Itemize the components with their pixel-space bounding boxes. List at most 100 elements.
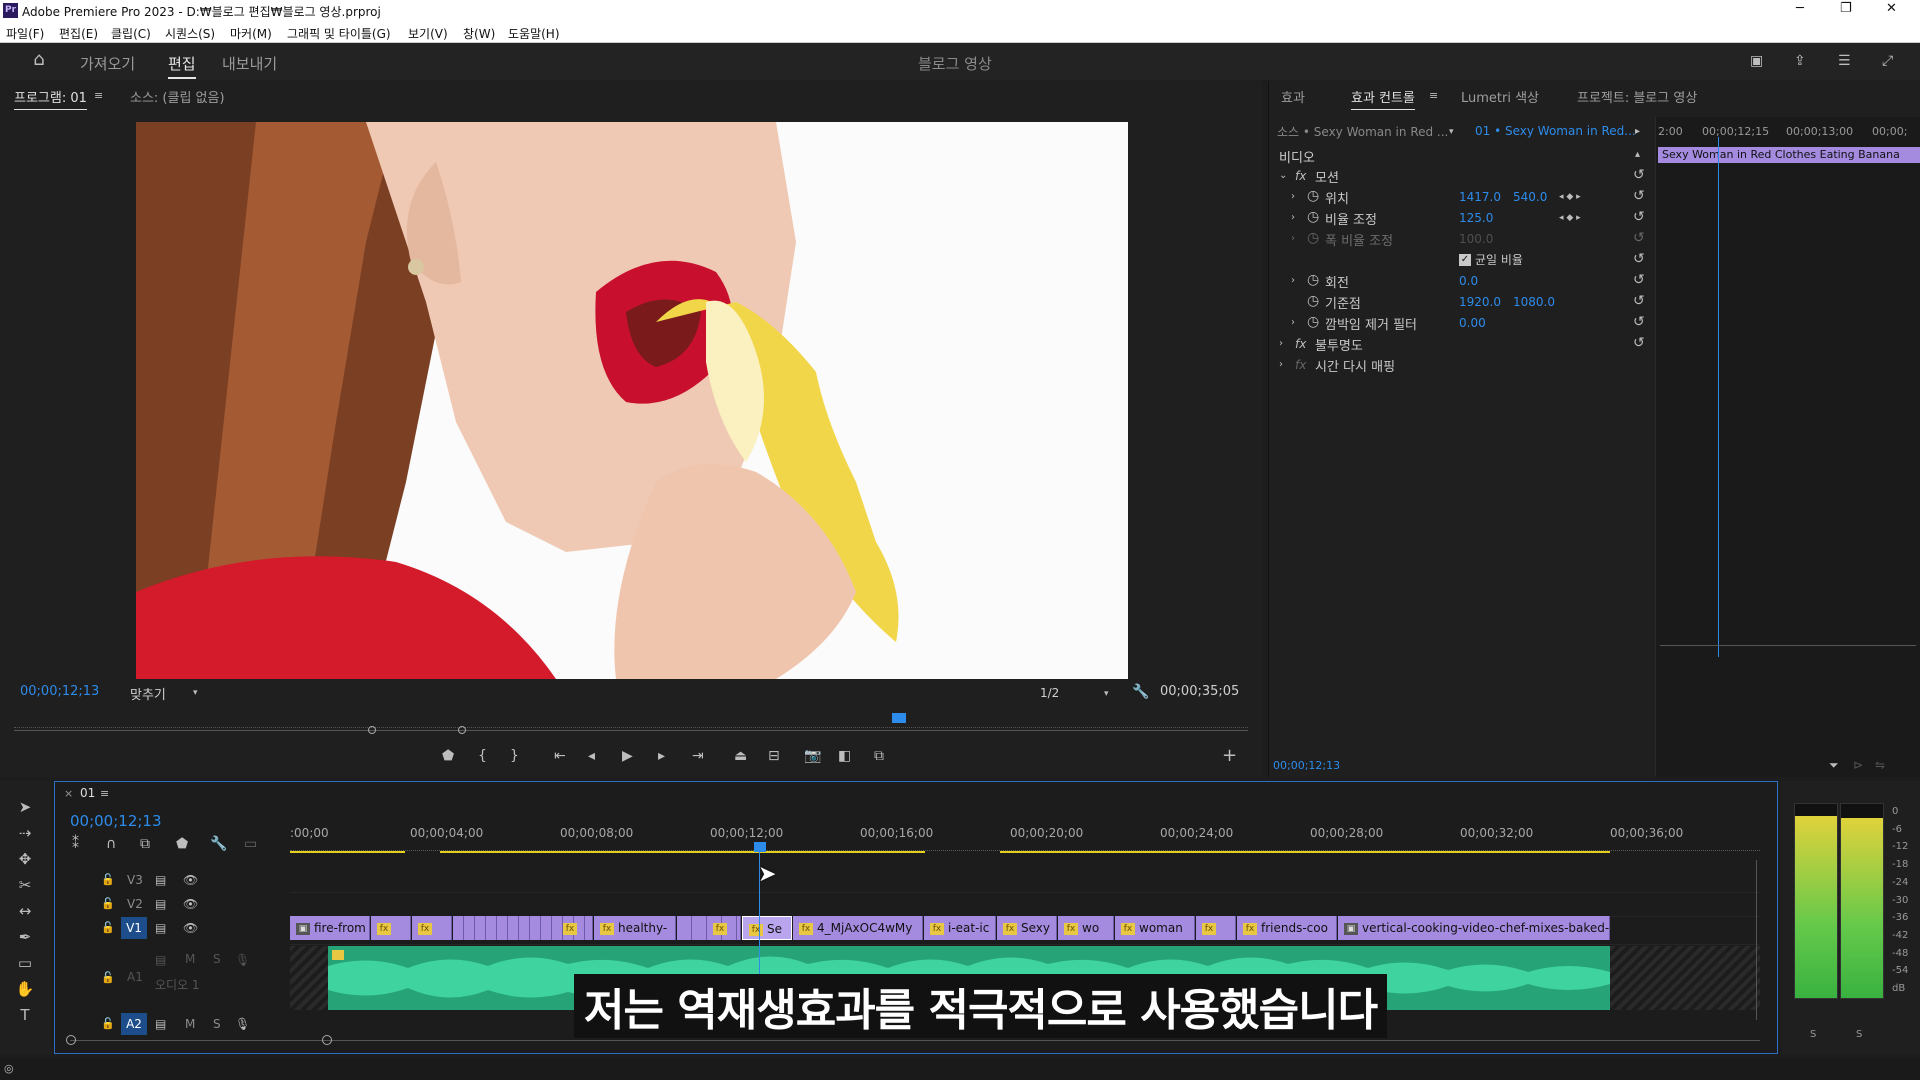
solo-left-button[interactable]: S — [1810, 1029, 1816, 1040]
sync-lock-icon[interactable]: ▤ — [155, 952, 166, 968]
fx-icon[interactable]: fx — [1295, 336, 1306, 352]
status-icon[interactable]: ◎ — [4, 1061, 14, 1077]
video-clip[interactable]: fx — [453, 916, 593, 940]
scroll-handle-left[interactable] — [66, 1035, 76, 1045]
track-label[interactable]: A2 — [121, 1013, 147, 1035]
quick-export-icon[interactable]: ▣ — [1750, 53, 1763, 69]
prop-scale[interactable]: › ◷ 비율 조정 125.0 ◂ ◆ ▸ ↺ — [1269, 207, 1653, 228]
stopwatch-icon[interactable]: ◷ — [1307, 293, 1319, 309]
keyframe-nav-icon[interactable]: ◂ ◆ ▸ — [1559, 210, 1581, 226]
sequence-tab[interactable]: 01 — [80, 786, 95, 800]
add-marker-icon[interactable]: ⬟ — [442, 748, 454, 764]
zoom-handle-right[interactable] — [458, 726, 466, 734]
reset-icon[interactable]: ↺ — [1633, 314, 1645, 330]
video-clip[interactable]: fx — [371, 916, 411, 940]
prop-value-1[interactable]: 0.00 — [1459, 316, 1486, 330]
video-frame[interactable] — [136, 122, 1128, 679]
keyframe-nav-icon[interactable]: ◂ ◆ ▸ — [1559, 189, 1581, 205]
ec-sequence-label[interactable]: 01 • Sexy Woman in Red... — [1475, 124, 1636, 138]
lock-icon[interactable]: 🔓 — [101, 896, 115, 912]
prop-value-2[interactable]: 1080.0 — [1513, 295, 1555, 309]
solo-button[interactable]: S — [213, 1017, 221, 1031]
track-header-v1[interactable]: 🔓 V1 ▤ 👁 — [55, 916, 290, 940]
nest-toggle-icon[interactable]: ⁑ — [72, 836, 79, 852]
reset-icon[interactable]: ↺ — [1633, 293, 1645, 309]
timeline-ruler[interactable] — [290, 843, 1760, 851]
play-audio-icon[interactable]: ⊳ — [1853, 757, 1863, 773]
comparison-view-icon[interactable]: ◧ — [838, 748, 851, 764]
linked-selection-icon[interactable]: ⧉ — [140, 836, 150, 852]
zoom-handle-left[interactable] — [368, 726, 376, 734]
prop-value-1[interactable]: 0.0 — [1459, 274, 1478, 288]
video-clip[interactable]: fx — [1196, 916, 1236, 940]
work-area-bar[interactable] — [440, 851, 925, 853]
scroll-handle-right[interactable] — [322, 1035, 332, 1045]
filter-icon[interactable]: ⏷ — [1829, 757, 1839, 773]
step-back-icon[interactable]: ◂ — [588, 748, 595, 764]
expand-right-icon[interactable]: › — [1279, 357, 1283, 373]
tab-export[interactable]: 내보내기 — [222, 53, 277, 74]
reset-icon[interactable]: ↺ — [1633, 335, 1645, 351]
stopwatch-icon[interactable]: ◷ — [1307, 188, 1319, 204]
sync-lock-icon[interactable]: ▤ — [155, 1016, 166, 1032]
track-header-a2[interactable]: 🔓 A2 ▤ M S 🎙 — [55, 1012, 290, 1036]
timeline-playhead-handle[interactable] — [754, 842, 766, 852]
video-clip[interactable]: fx healthy- — [594, 916, 676, 940]
menu-help[interactable]: 도움말(H) — [508, 25, 560, 42]
lock-icon[interactable]: 🔓 — [101, 970, 115, 986]
mute-button[interactable]: M — [185, 952, 195, 966]
menu-marker[interactable]: 마커(M) — [230, 25, 272, 42]
mini-playhead[interactable] — [1718, 137, 1719, 657]
loop-icon[interactable]: ⇋ — [1875, 757, 1885, 773]
solo-button[interactable]: S — [213, 952, 221, 966]
expand-timeline-icon[interactable]: ▸ — [1635, 124, 1640, 140]
mark-out-icon[interactable]: } — [510, 748, 519, 764]
tab-project[interactable]: 프로젝트: 블로그 영상 — [1577, 87, 1697, 106]
ec-mini-timeline[interactable]: 2:00 00;00;12;15 00;00;13;00 00;00; Sexy… — [1655, 117, 1920, 777]
fullscreen-icon[interactable]: ⤢ — [1882, 53, 1893, 69]
work-area-bar[interactable] — [290, 851, 405, 853]
timeline-vertical-scrollbar[interactable] — [1756, 860, 1757, 1020]
mark-in-icon[interactable]: { — [478, 748, 487, 764]
home-icon[interactable]: ⌂ — [28, 51, 50, 69]
prop-anchor-point[interactable]: ◷ 기준점 1920.0 1080.0 ↺ — [1269, 291, 1653, 312]
proxy-toggle-icon[interactable]: ⧉ — [874, 748, 884, 764]
video-clip[interactable]: ▣ fire-from — [290, 916, 370, 940]
tab-program[interactable]: 프로그램: 01 — [14, 87, 87, 110]
resolution-select[interactable]: 1/2 — [1040, 686, 1059, 700]
expand-right-icon[interactable]: › — [1291, 315, 1295, 331]
mini-zoom-bar[interactable] — [1660, 645, 1916, 646]
prop-value-1[interactable]: 1920.0 — [1459, 295, 1501, 309]
go-to-in-icon[interactable]: ⇤ — [554, 748, 566, 764]
work-area-bar[interactable] — [1000, 851, 1610, 853]
video-clip[interactable]: fx friends-coo — [1237, 916, 1337, 940]
menu-sequence[interactable]: 시퀀스(S) — [165, 25, 215, 42]
step-forward-icon[interactable]: ▸ — [658, 748, 665, 764]
add-marker-icon[interactable]: ⬟ — [176, 836, 188, 852]
menu-clip[interactable]: 클립(C) — [111, 25, 151, 42]
prop-uniform-scale[interactable]: ✓ 균일 비율 ↺ — [1269, 249, 1653, 270]
opacity-row[interactable]: › fx 불투명도 ↺ — [1269, 333, 1653, 354]
menu-edit[interactable]: 편집(E) — [59, 25, 98, 42]
selection-tool-icon[interactable]: ➤ — [12, 798, 38, 820]
lock-icon[interactable]: 🔓 — [101, 920, 115, 936]
hand-tool-icon[interactable]: ✋ — [12, 980, 38, 1002]
eye-icon[interactable]: 👁 — [183, 896, 198, 912]
program-timecode[interactable]: 00;00;12;13 — [20, 684, 99, 699]
monitor-scrub-ruler[interactable] — [14, 718, 1248, 728]
menu-graphics[interactable]: 그래픽 및 타이틀(G) — [287, 25, 391, 42]
video-clip[interactable]: fx wo — [1058, 916, 1114, 940]
prop-rotation[interactable]: › ◷ 회전 0.0 ↺ — [1269, 270, 1653, 291]
track-header-a1[interactable]: 🔓 A1 ▤ M S 🎙 오디오 1 — [55, 946, 290, 1010]
zoom-dropdown-icon[interactable]: ▾ — [193, 685, 198, 701]
video-clip[interactable]: ▣ vertical-cooking-video-chef-mixes-baked… — [1338, 916, 1610, 940]
play-icon[interactable]: ▶ — [622, 748, 633, 764]
stopwatch-icon[interactable]: ◷ — [1307, 209, 1319, 225]
motion-row[interactable]: ⌄ fx 모션 ↺ — [1269, 165, 1653, 186]
ec-timecode[interactable]: 00;00;12;13 — [1273, 759, 1340, 772]
source-dropdown-icon[interactable]: ▾ — [1449, 124, 1454, 140]
wrench-icon[interactable]: 🔧 — [1132, 684, 1149, 700]
fx-icon[interactable]: fx — [1295, 168, 1306, 184]
workspaces-icon[interactable]: ☰ — [1838, 53, 1851, 69]
eye-icon[interactable]: 👁 — [183, 920, 198, 936]
